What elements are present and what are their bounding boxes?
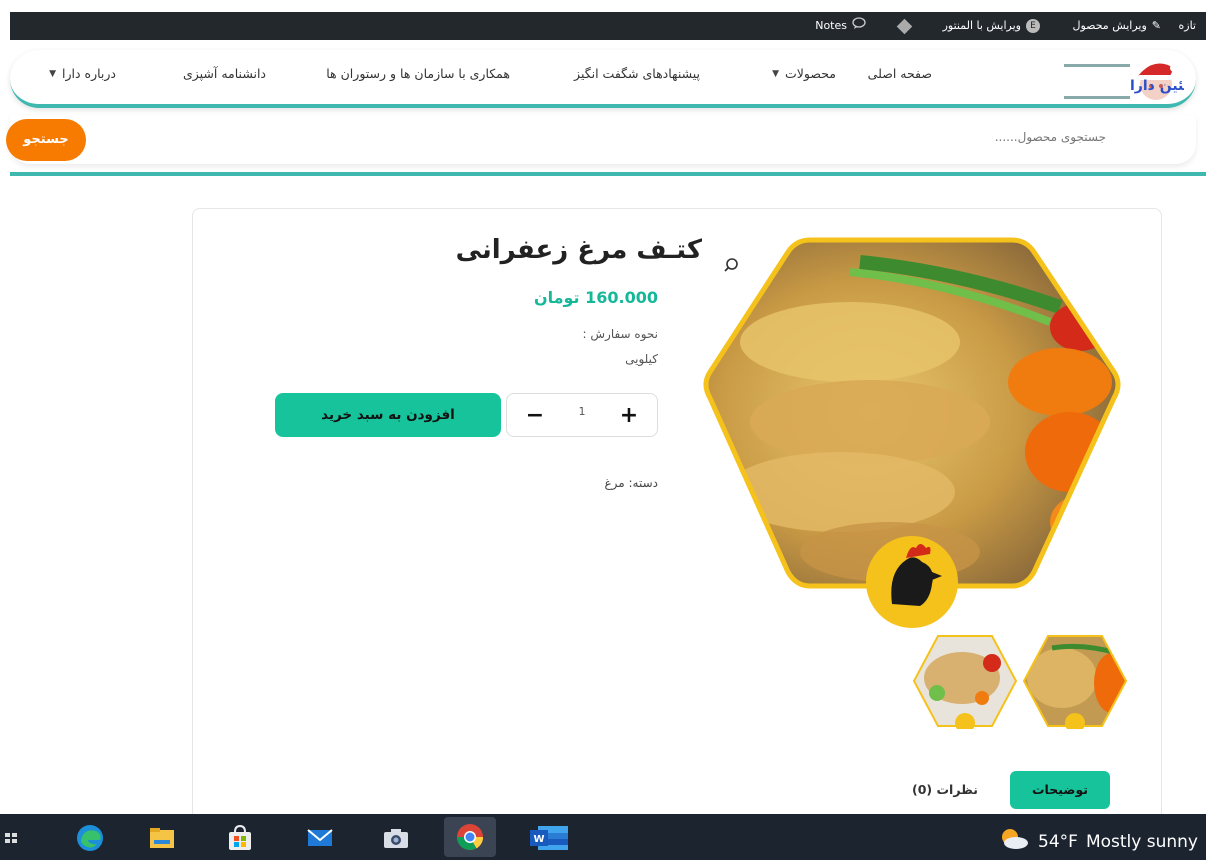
quantity-input[interactable] <box>562 405 602 418</box>
edge-icon[interactable] <box>76 824 104 852</box>
word-icon[interactable]: W <box>530 824 568 852</box>
nav-cooking[interactable]: دانشنامه آشپزی <box>183 66 266 81</box>
store-icon[interactable] <box>226 824 254 852</box>
elementor-icon: E <box>1026 19 1040 33</box>
search-bar: جستجو <box>6 116 1196 164</box>
pencil-icon: ✎ <box>1151 19 1161 32</box>
quantity-decrease-button[interactable]: − <box>515 394 555 438</box>
weather-temp: 54°F <box>1038 831 1078 852</box>
nav-home-label: صفحه اصلی <box>867 66 932 81</box>
logo-text: پروتئین دارا <box>1130 78 1184 94</box>
search-button[interactable]: جستجو <box>6 119 86 161</box>
admin-edit-product-label: ویرایش محصول <box>1072 19 1147 32</box>
chrome-taskbar-button[interactable] <box>444 817 496 857</box>
nav-cooperation-label: همکاری با سازمان ها و رستوران ها <box>326 66 510 81</box>
chevron-down-icon: ▼ <box>772 68 780 79</box>
nav-offers[interactable]: پیشنهادهای شگفت انگیز <box>574 66 700 81</box>
admin-notes[interactable]: Notes <box>815 12 866 40</box>
file-explorer-icon[interactable] <box>148 824 176 852</box>
nav-cooperation[interactable]: همکاری با سازمان ها و رستوران ها <box>326 66 510 81</box>
diamond-icon <box>896 18 913 34</box>
admin-new-item[interactable]: تازه <box>1179 12 1197 40</box>
nav-products[interactable]: محصولات ▼ <box>772 66 836 81</box>
tab-reviews[interactable]: نظرات (0) <box>895 771 995 809</box>
quantity-stepper: + − <box>506 393 658 437</box>
main-navbar: پروتئین دارا صفحه اصلی محصولات ▼ پیشنهاد… <box>10 50 1206 108</box>
weather-widget[interactable]: 54°F Mostly sunny <box>996 827 1198 856</box>
admin-new-label: تازه <box>1178 19 1197 32</box>
svg-text:W: W <box>533 834 544 845</box>
weather-icon <box>996 827 1030 856</box>
product-title: کتـف مرغ زعفرانی <box>455 235 702 265</box>
product-price: 160.000 تومان <box>533 288 658 307</box>
chat-bubble-icon <box>852 12 866 40</box>
nav-cooking-label: دانشنامه آشپزی <box>182 66 266 81</box>
admin-edit-elementor-label: ویرایش با المنتور <box>942 19 1021 32</box>
admin-diamond-item[interactable] <box>896 12 913 40</box>
tab-description[interactable]: توضیحات <box>1010 771 1110 809</box>
order-method-label: نحوه سفارش : <box>582 327 658 341</box>
nav-home[interactable]: صفحه اصلی <box>868 66 932 81</box>
task-view-icon[interactable] <box>4 824 18 852</box>
site-logo[interactable]: پروتئین دارا <box>1034 50 1206 108</box>
nav-products-label: محصولات <box>785 66 836 81</box>
notes-label: Notes <box>815 19 847 32</box>
camera-icon[interactable] <box>382 824 410 852</box>
product-thumbnail-2[interactable] <box>912 633 1018 733</box>
chevron-down-icon: ▼ <box>49 68 56 79</box>
quantity-increase-button[interactable]: + <box>609 394 649 438</box>
add-to-cart-button[interactable]: افزودن به سبد خرید <box>275 393 501 437</box>
search-input[interactable] <box>806 130 1106 144</box>
admin-edit-product[interactable]: ✎ ویرایش محصول <box>1072 12 1161 40</box>
nav-about[interactable]: درباره دارا ▼ <box>49 66 116 81</box>
header-divider <box>10 172 1206 176</box>
wp-admin-bar: تازه ✎ ویرایش محصول E ویرایش با المنتور … <box>10 12 1206 40</box>
mail-icon[interactable] <box>306 824 334 852</box>
order-method-value: کیلویی <box>625 352 658 366</box>
product-main-image[interactable] <box>700 232 1124 632</box>
admin-edit-elementor[interactable]: E ویرایش با المنتور <box>943 12 1040 40</box>
chrome-icon <box>456 824 484 851</box>
nav-about-label: درباره دارا <box>62 66 116 81</box>
weather-text: Mostly sunny <box>1085 831 1198 852</box>
product-thumbnail-1[interactable] <box>1022 633 1128 733</box>
windows-taskbar: W 54°F Mostly sunny <box>0 814 1206 860</box>
product-category: دسته: مرغ <box>604 476 658 490</box>
nav-offers-label: پیشنهادهای شگفت انگیز <box>574 66 700 81</box>
